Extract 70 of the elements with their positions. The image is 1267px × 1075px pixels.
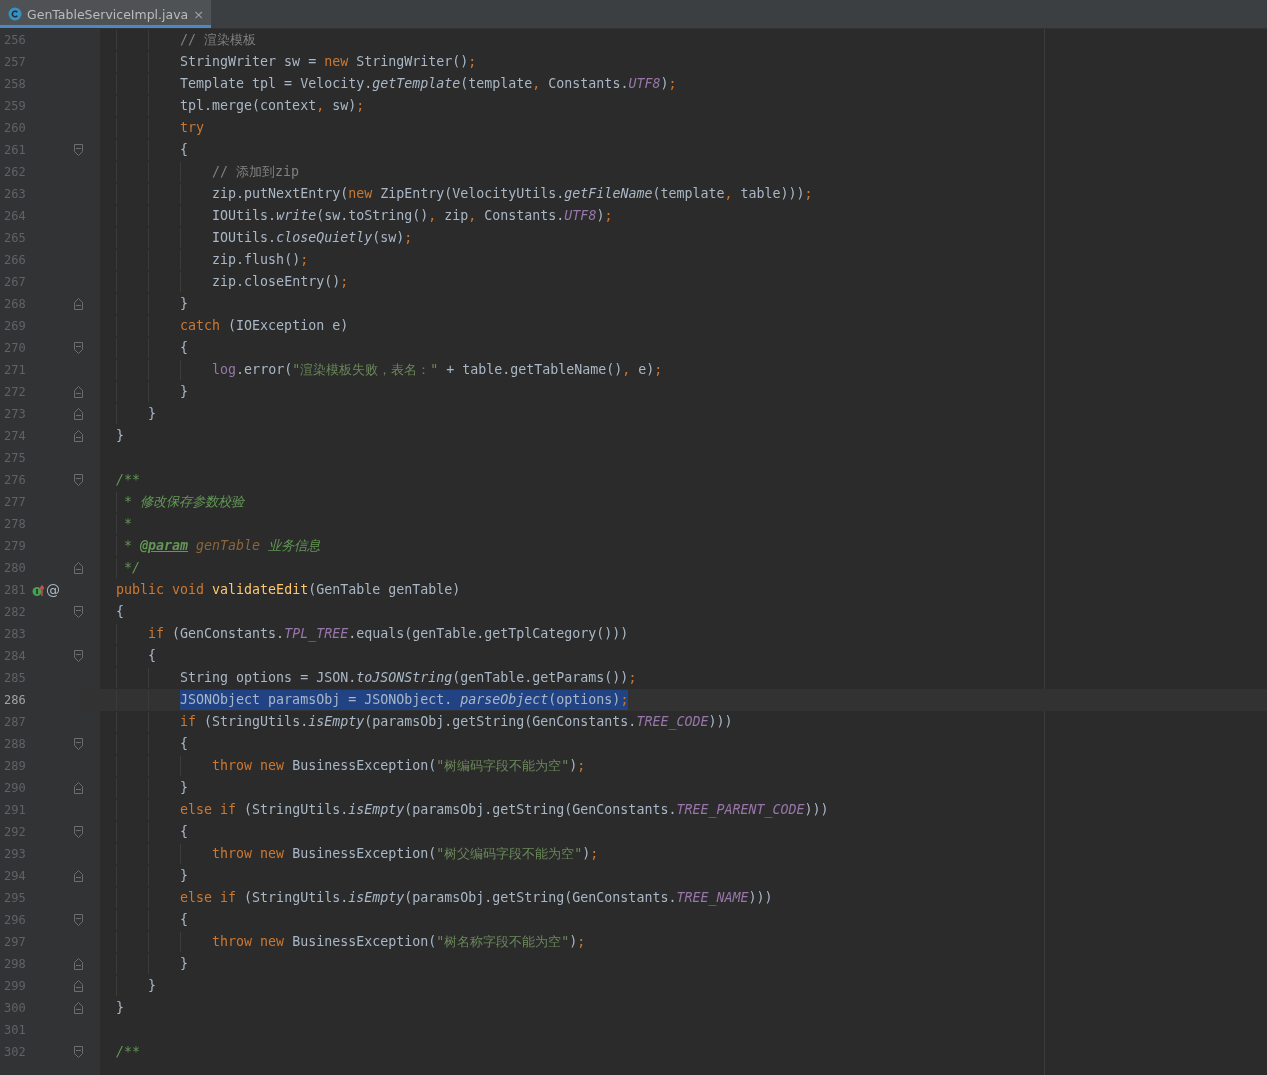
fold-icon[interactable] [73,474,83,486]
code-line: } [148,405,157,423]
code-line: { [180,823,189,841]
code-line: zip.closeEntry(); [212,273,349,291]
code-line: tpl.merge(context, sw); [180,97,365,115]
code-line: throw new BusinessException("树名称字段不能为空"); [212,933,586,951]
code-line: zip.flush(); [212,251,309,269]
code-line: * 修改保存参数校验 [124,493,245,511]
code-line: * @param genTable 业务信息 [124,537,321,555]
code-line: /** [116,471,141,489]
code-line: IOUtils.closeQuietly(sw); [212,229,413,247]
unfold-icon[interactable] [73,980,83,992]
code-line: } [148,977,157,995]
annotation-marker[interactable]: @ [46,582,60,598]
fold-icon[interactable] [73,914,83,926]
code-line: } [180,295,189,313]
code-line: } [180,779,189,797]
code-line: throw new BusinessException("树父编码字段不能为空"); [212,845,599,863]
fold-icon[interactable] [73,342,83,354]
code-line: else if (StringUtils.isEmpty(paramsObj.getString(GenConstants.TREE_NAME))) [180,889,773,908]
unfold-icon[interactable] [73,386,83,398]
code-line: /** [116,1043,141,1061]
code-line: try [180,119,205,137]
fold-icon[interactable] [73,738,83,750]
fold-icon[interactable] [73,144,83,156]
implementing-method-icon[interactable] [32,583,44,597]
unfold-icon[interactable] [73,870,83,882]
code-line: if (GenConstants.TPL_TREE.equals(genTable.getTplCategory())) [148,625,629,644]
code-line: else if (StringUtils.isEmpty(paramsObj.getString(GenConstants.TREE_PARENT_CODE))) [180,801,829,820]
code-line: { [180,735,189,753]
code-line: IOUtils.write(sw.toString(), zip, Constants.UTF8); [212,207,613,225]
code-line: */ [124,559,141,577]
code-line: { [180,141,189,159]
code-line: * [124,515,133,533]
code-line: { [180,911,189,929]
code-line: if (StringUtils.isEmpty(paramsObj.getString(GenConstants.TREE_CODE))) [180,713,733,732]
unfold-icon[interactable] [73,408,83,420]
unfold-icon[interactable] [73,782,83,794]
code-line: zip.putNextEntry(new ZipEntry(VelocityUtils.getFileName(template, table))); [212,185,813,203]
code-line: // 添加到zip [212,163,300,181]
code-line: } [180,955,189,973]
class-file-icon [8,7,22,21]
fold-icon[interactable] [73,1046,83,1058]
code-line: Template tpl = Velocity.getTemplate(template, Constants.UTF8); [180,75,677,93]
unfold-icon[interactable] [73,562,83,574]
code-line: } [116,427,124,445]
code-line: StringWriter sw = new StringWriter(); [180,53,477,71]
fold-icon[interactable] [73,606,83,618]
file-tab-title: GenTableServiceImpl.java [27,6,189,22]
code-line: // 渲染模板 [180,31,257,49]
code-line: { [116,603,124,621]
code-line: } [116,999,124,1017]
code-line: { [180,339,189,357]
code-line: public void validateEdit(GenTable genTable) [116,581,461,599]
fold-icon[interactable] [73,826,83,838]
unfold-icon[interactable] [73,958,83,970]
code-line: { [148,647,157,665]
line-number: 286 [3,693,27,707]
code-line: } [180,867,189,885]
fold-icon[interactable] [73,650,83,662]
code-line: } [180,383,189,401]
code-line: String options = JSON.toJSONString(genTable.getParams()); [180,669,637,687]
unfold-icon[interactable] [73,1002,83,1014]
code-line: log.error("渲染模板失败，表名：" + table.getTableName(), e); [212,361,663,379]
close-tab-button[interactable]: × [193,6,205,22]
code-line: throw new BusinessException("树编码字段不能为空"); [212,757,586,775]
unfold-icon[interactable] [73,298,83,310]
unfold-icon[interactable] [73,430,83,442]
code-line: catch (IOException e) [180,317,349,335]
file-tab[interactable]: GenTableServiceImpl.java × [0,0,212,28]
